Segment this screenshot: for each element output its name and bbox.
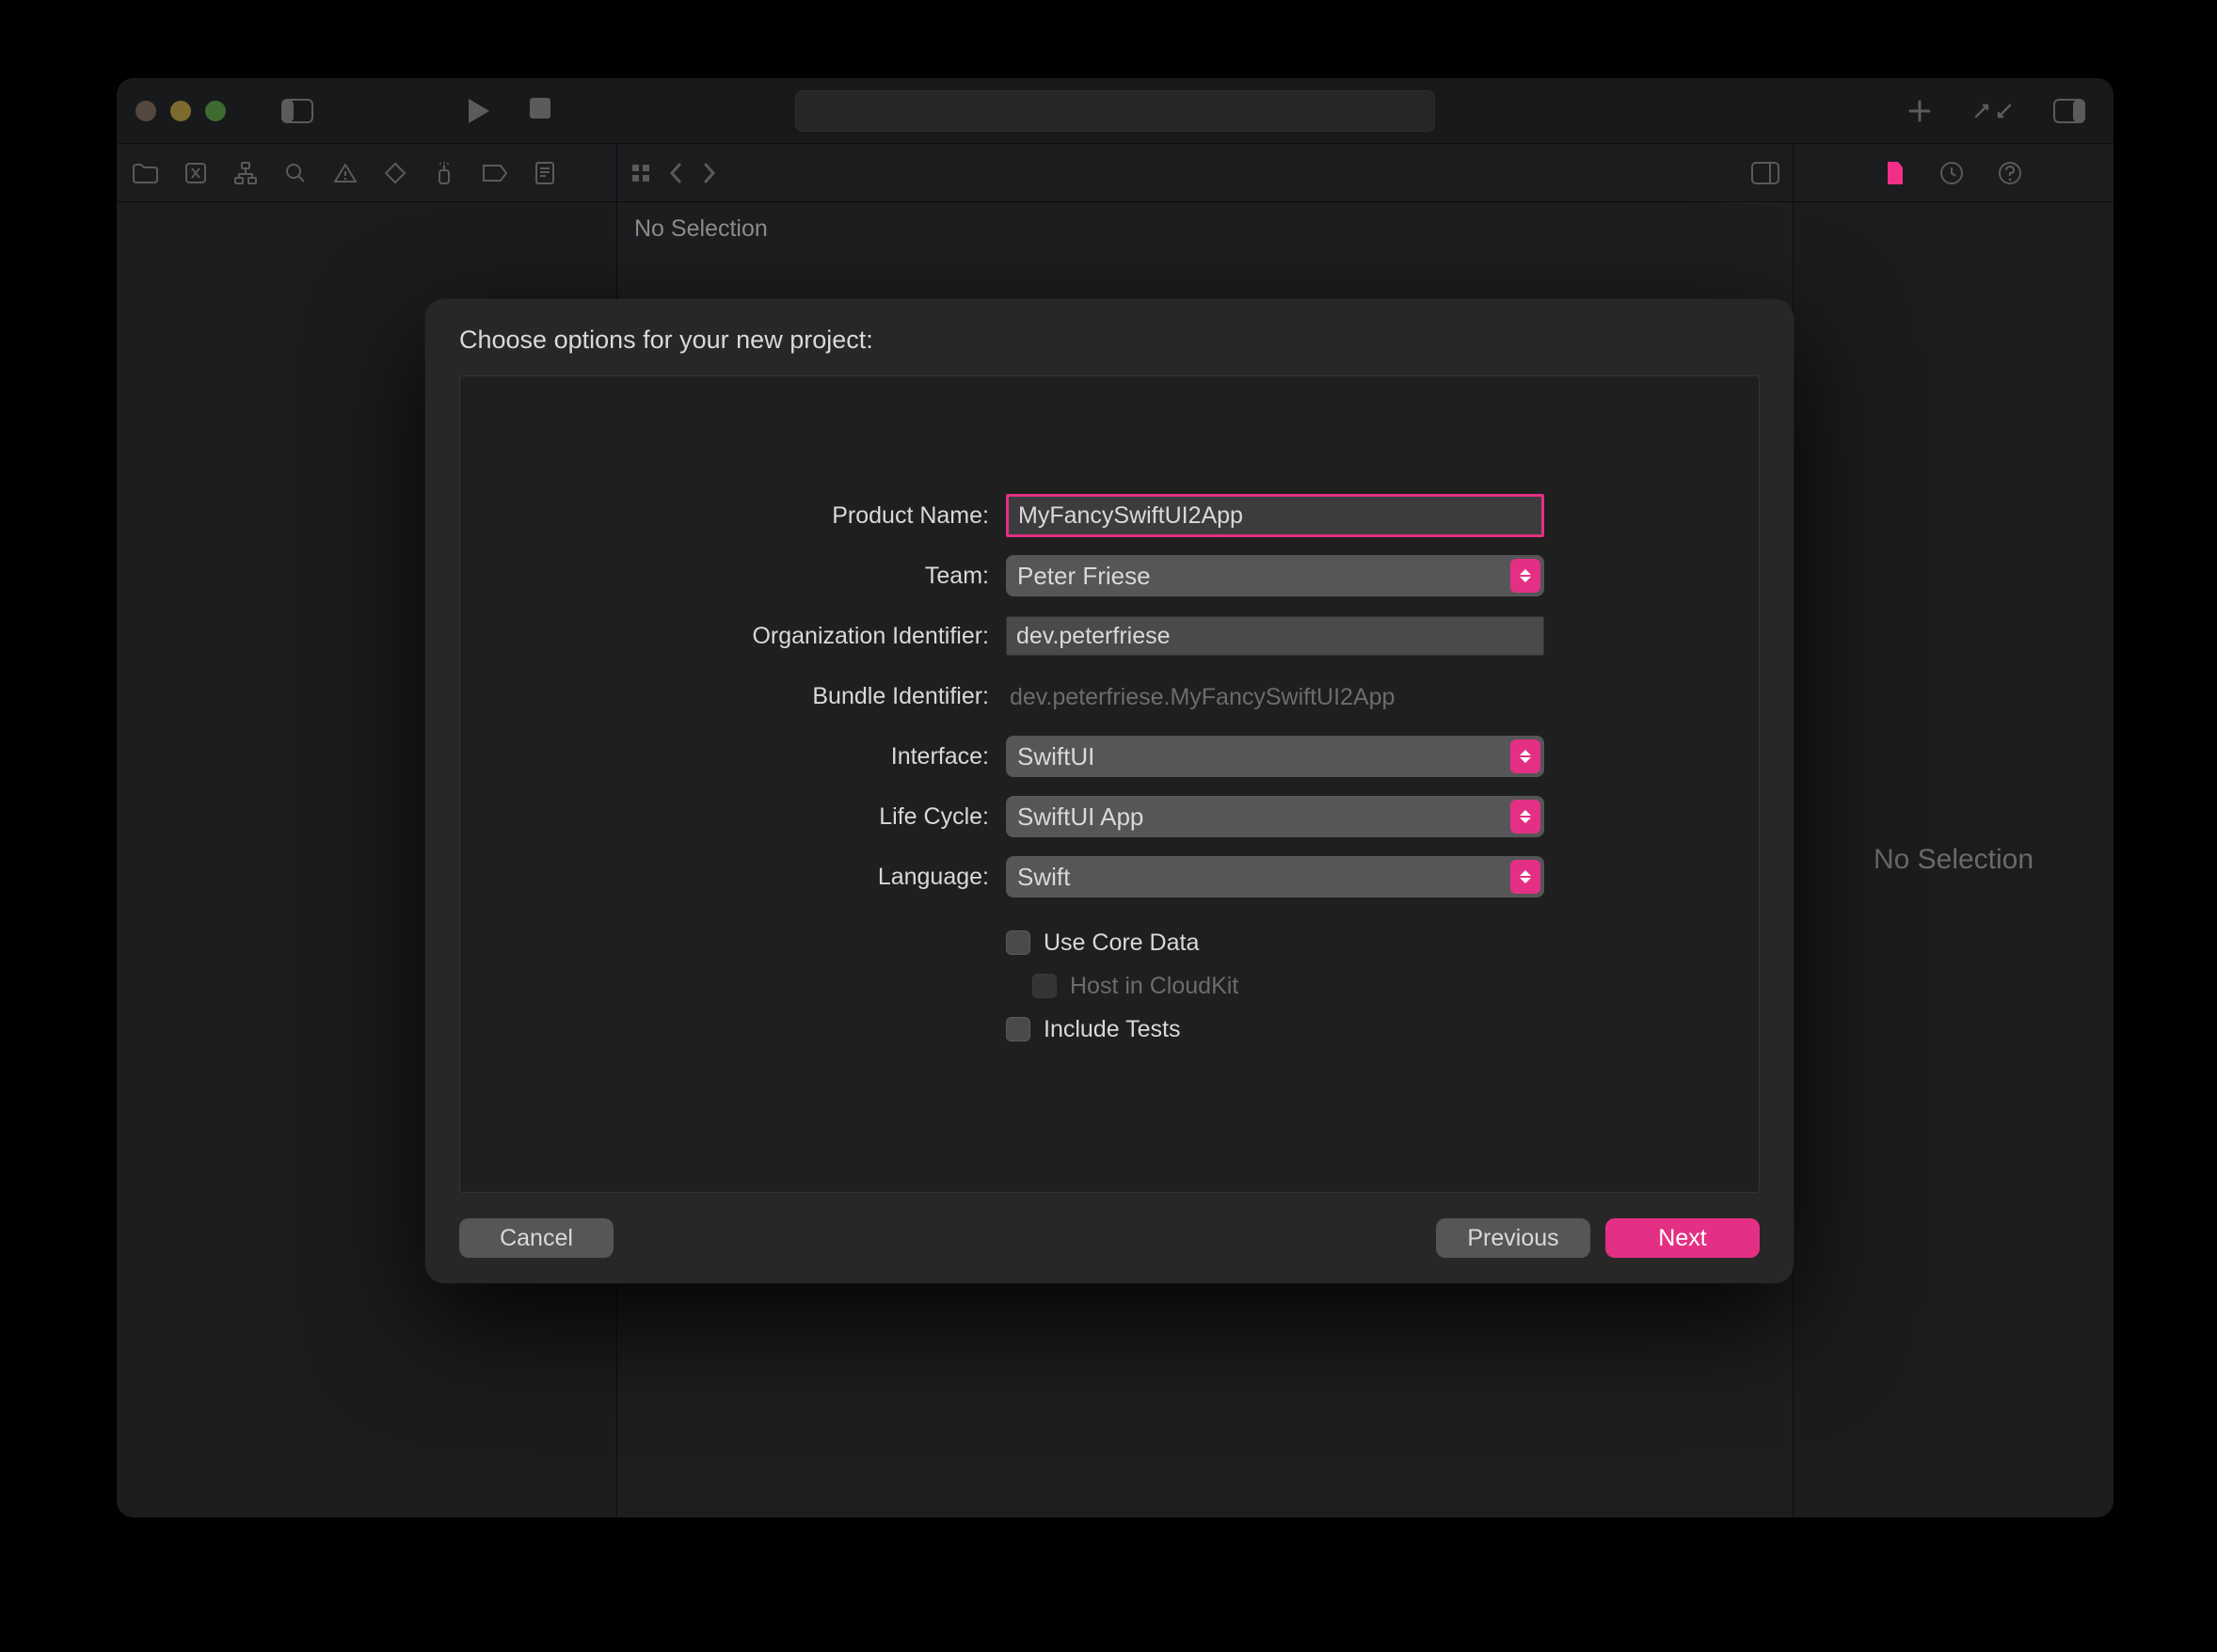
host-cloudkit-checkbox [1032, 974, 1057, 998]
close-window-button[interactable] [136, 101, 156, 121]
source-control-navigator-tab[interactable] [184, 162, 207, 184]
branch-arrows-icon [1974, 100, 2012, 122]
breakpoint-navigator-tab[interactable] [482, 164, 508, 183]
grid-icon [630, 163, 651, 183]
use-core-data-row: Use Core Data [1006, 924, 1561, 961]
clock-icon [1939, 161, 1964, 185]
editor-placeholder: No Selection [617, 202, 1793, 255]
run-stop-group [467, 97, 551, 125]
hierarchy-icon [233, 161, 258, 185]
breakpoint-icon [482, 164, 508, 183]
dialog-title: Choose options for your new project: [425, 299, 1794, 375]
product-name-input[interactable] [1006, 494, 1544, 537]
warning-icon [333, 162, 358, 184]
cancel-button[interactable]: Cancel [459, 1218, 614, 1258]
source-control-icon [184, 162, 207, 184]
life-cycle-popup[interactable]: SwiftUI App [1006, 796, 1544, 837]
back-button[interactable] [668, 162, 683, 184]
search-icon [284, 162, 307, 184]
new-project-dialog: Choose options for your new project: Pro… [425, 299, 1794, 1283]
symbol-navigator-tab[interactable] [233, 161, 258, 185]
editor-layout-button[interactable] [1751, 162, 1779, 184]
chevron-left-icon [668, 162, 683, 184]
stop-button[interactable] [529, 97, 551, 125]
titlebar [117, 78, 2113, 144]
sidebar-right-icon [2053, 99, 2085, 123]
dialog-body: Product Name: Team: Peter Friese Organiz… [459, 375, 1760, 1193]
updown-caret-icon [1510, 739, 1540, 773]
play-icon [467, 97, 491, 125]
code-review-button[interactable] [1974, 100, 2012, 122]
inspector-panel: No Selection [1794, 202, 2113, 1517]
language-label: Language: [658, 864, 1006, 891]
updown-caret-icon [1510, 860, 1540, 894]
chevron-right-icon [702, 162, 717, 184]
life-cycle-label: Life Cycle: [658, 803, 1006, 831]
bundle-id-value: dev.peterfriese.MyFancySwiftUI2App [1006, 684, 1395, 710]
team-popup[interactable]: Peter Friese [1006, 555, 1544, 596]
product-name-label: Product Name: [658, 502, 1006, 530]
interface-popup[interactable]: SwiftUI [1006, 736, 1544, 777]
editor-toolbar [617, 144, 1794, 201]
minimize-window-button[interactable] [170, 101, 191, 121]
use-core-data-checkbox[interactable] [1006, 930, 1030, 955]
org-id-label: Organization Identifier: [658, 623, 1006, 650]
include-tests-row: Include Tests [1006, 1010, 1561, 1048]
interface-value: SwiftUI [1017, 742, 1094, 771]
folder-icon [132, 162, 158, 184]
history-inspector-tab[interactable] [1939, 161, 1964, 185]
help-inspector-tab[interactable] [1998, 161, 2022, 185]
spray-icon [433, 161, 455, 185]
next-button[interactable]: Next [1605, 1218, 1760, 1258]
updown-caret-icon [1510, 800, 1540, 834]
secondary-toolbar [117, 144, 2113, 202]
team-label: Team: [658, 563, 1006, 590]
debug-navigator-tab[interactable] [433, 161, 455, 185]
find-navigator-tab[interactable] [284, 162, 307, 184]
editor-split-icon [1751, 162, 1779, 184]
interface-label: Interface: [658, 743, 1006, 770]
scheme-status-well[interactable] [795, 90, 1435, 132]
language-value: Swift [1017, 863, 1070, 892]
sidebar-left-icon [281, 99, 313, 123]
include-tests-checkbox[interactable] [1006, 1017, 1030, 1041]
help-icon [1998, 161, 2022, 185]
right-panel-toggle[interactable] [2053, 99, 2085, 123]
zoom-window-button[interactable] [205, 101, 226, 121]
left-panel-toggle[interactable] [275, 94, 320, 128]
include-tests-label: Include Tests [1044, 1016, 1180, 1043]
navigator-tabs [117, 144, 617, 201]
project-navigator-tab[interactable] [132, 162, 158, 184]
dialog-footer: Cancel Previous Next [425, 1193, 1794, 1283]
forward-button[interactable] [702, 162, 717, 184]
report-navigator-tab[interactable] [534, 161, 555, 185]
language-popup[interactable]: Swift [1006, 856, 1544, 897]
issue-navigator-tab[interactable] [333, 162, 358, 184]
plus-icon [1906, 98, 1933, 124]
diamond-icon [384, 162, 407, 184]
project-options-form: Product Name: Team: Peter Friese Organiz… [658, 493, 1561, 1048]
file-inspector-tab[interactable] [1885, 160, 1906, 186]
library-button[interactable] [1906, 98, 1933, 124]
host-cloudkit-label: Host in CloudKit [1070, 973, 1238, 1000]
stop-icon [529, 97, 551, 119]
report-icon [534, 161, 555, 185]
traffic-lights [136, 101, 226, 121]
test-navigator-tab[interactable] [384, 162, 407, 184]
bundle-id-label: Bundle Identifier: [658, 683, 1006, 710]
team-value: Peter Friese [1017, 562, 1151, 591]
inspector-tabs [1794, 144, 2113, 201]
document-icon [1885, 160, 1906, 186]
life-cycle-value: SwiftUI App [1017, 802, 1143, 832]
previous-button[interactable]: Previous [1436, 1218, 1590, 1258]
org-id-input[interactable] [1006, 616, 1544, 656]
updown-caret-icon [1510, 559, 1540, 593]
use-core-data-label: Use Core Data [1044, 929, 1199, 957]
inspector-placeholder: No Selection [1874, 844, 2034, 876]
host-cloudkit-row: Host in CloudKit [1032, 967, 1561, 1005]
run-button[interactable] [467, 97, 491, 125]
related-items-button[interactable] [630, 163, 651, 183]
